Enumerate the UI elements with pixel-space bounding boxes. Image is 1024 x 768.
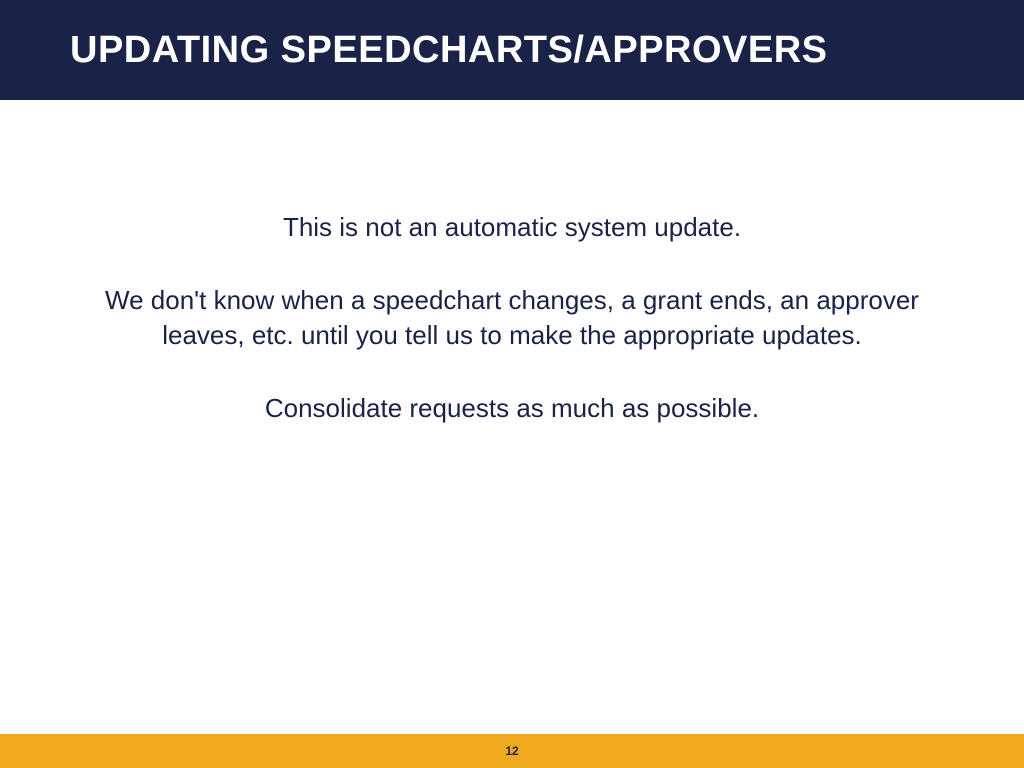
content-area: This is not an automatic system update. … [0,100,1024,728]
header-band: UPDATING SPEEDCHARTS/APPROVERS [0,0,1024,100]
page-number: 12 [505,744,518,758]
body-paragraph: Consolidate requests as much as possible… [70,391,954,426]
slide-title: UPDATING SPEEDCHARTS/APPROVERS [70,29,828,72]
body-paragraph: We don't know when a speedchart changes,… [70,283,954,353]
footer-band: 12 [0,734,1024,768]
body-paragraph: This is not an automatic system update. [70,210,954,245]
